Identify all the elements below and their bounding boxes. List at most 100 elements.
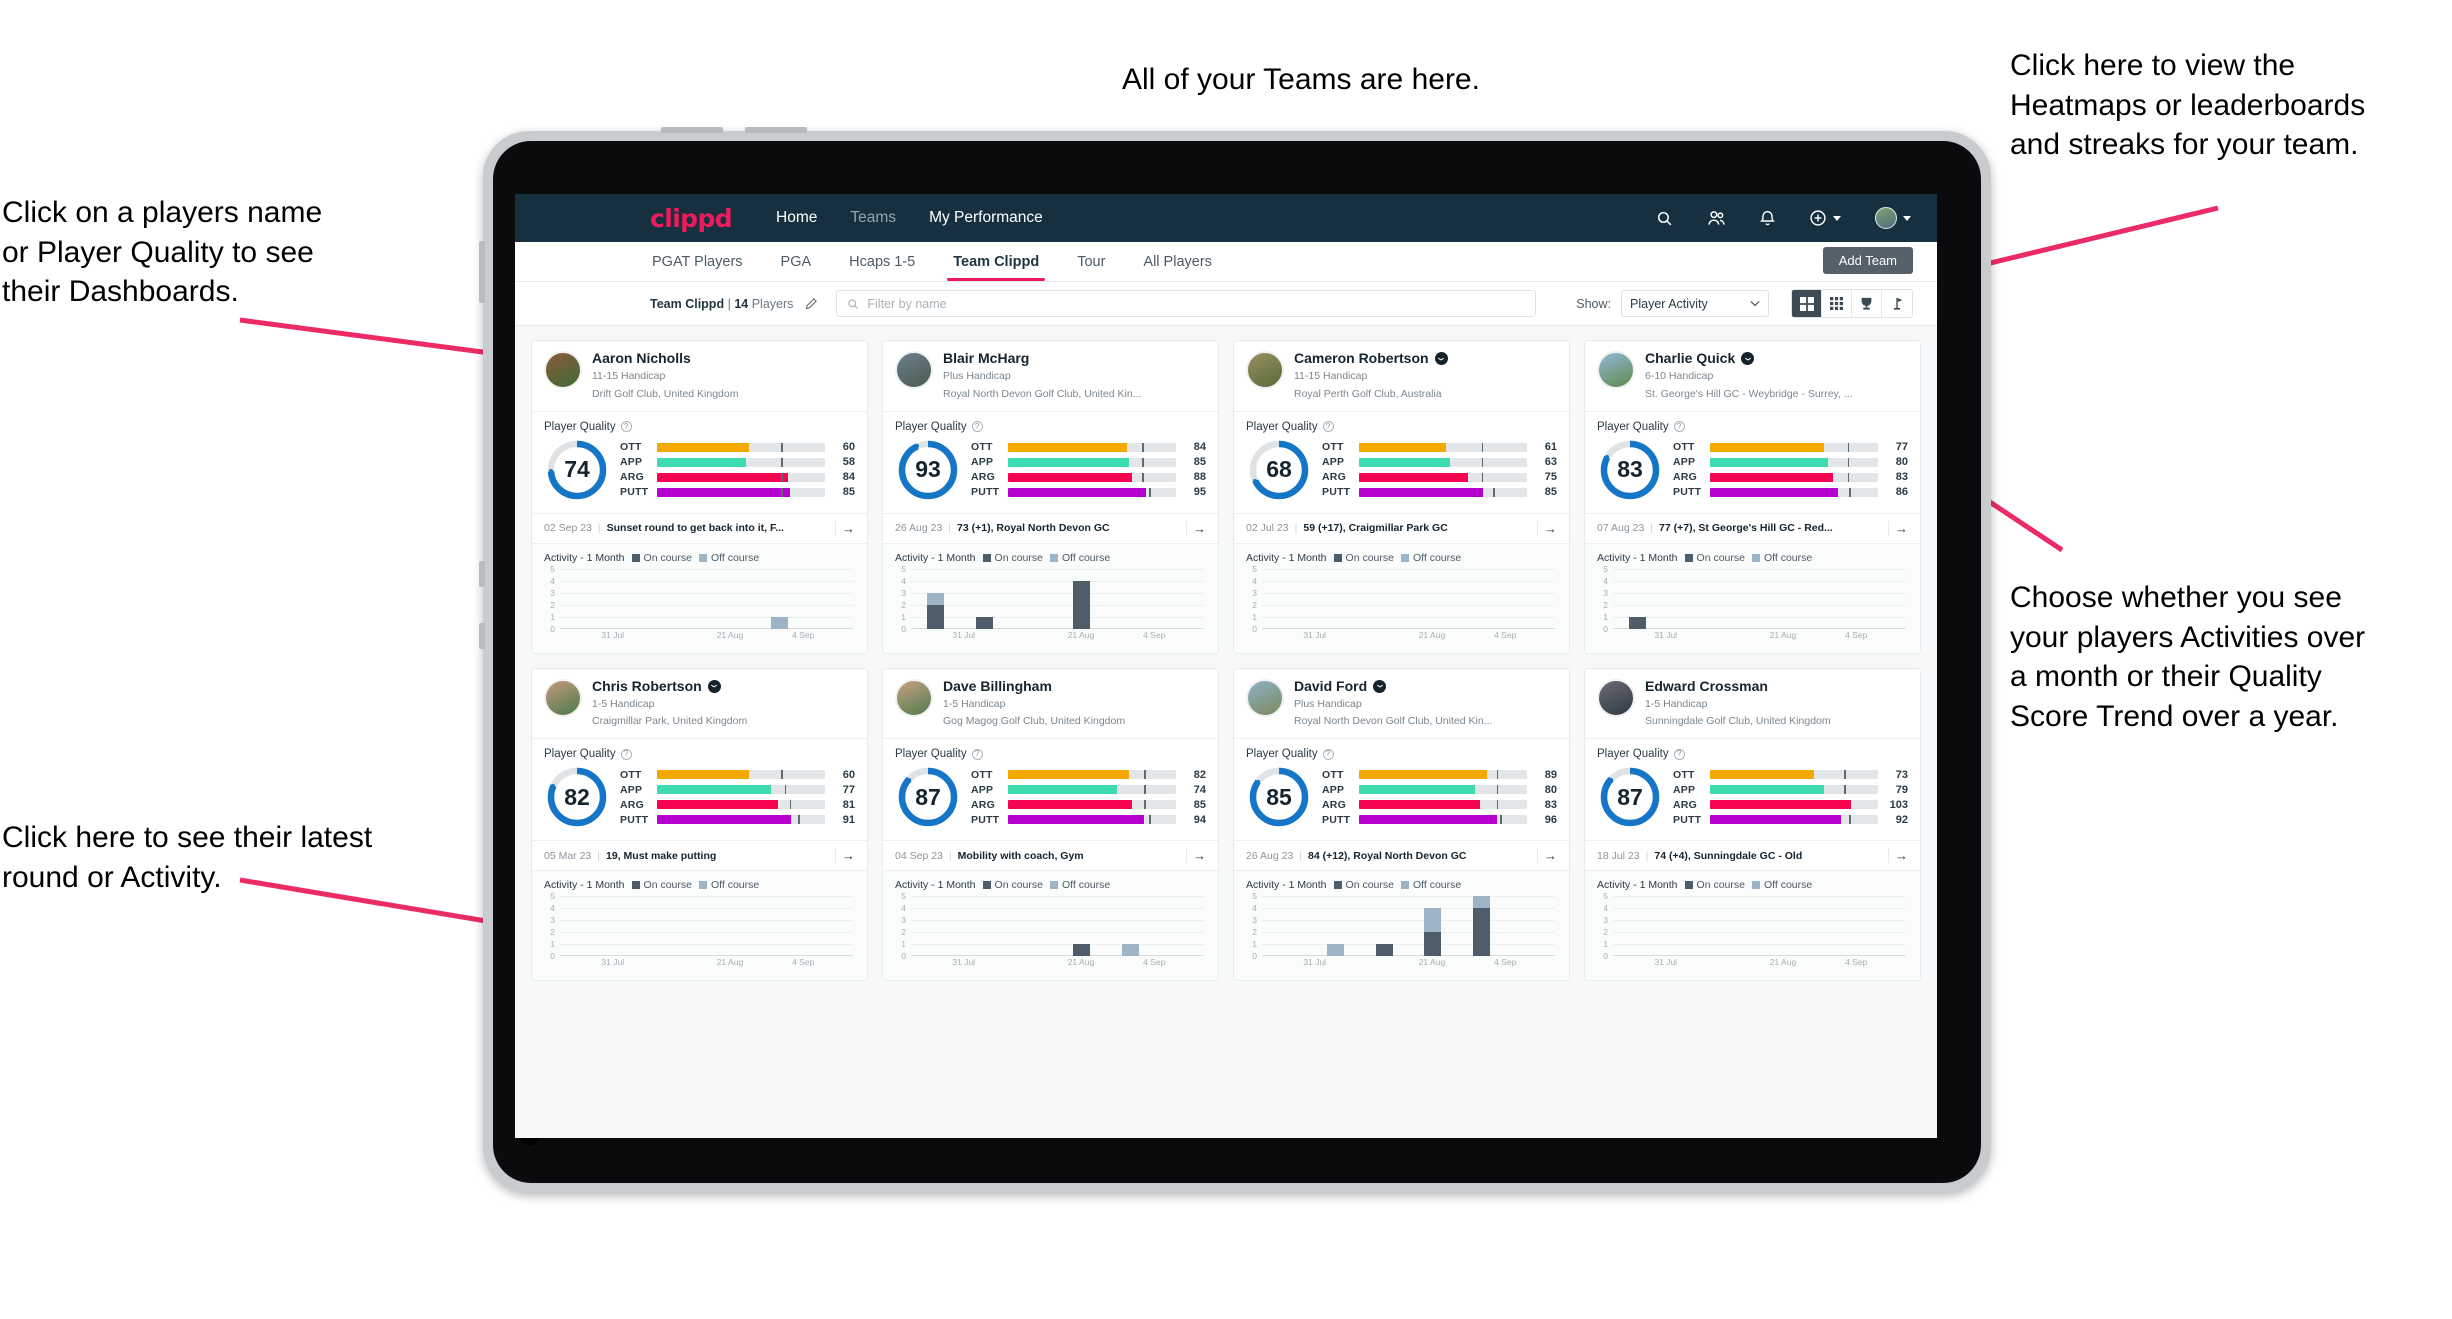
arrow-right-icon[interactable]: → — [1186, 520, 1206, 536]
player-card-header[interactable]: Aaron Nicholls 11-15 Handicap Drift Golf C… — [532, 341, 867, 411]
latest-round-row[interactable]: 26 Aug 23 | 84 (+12), Royal North Devon GC… — [1234, 840, 1569, 870]
latest-round-row[interactable]: 02 Sep 23 | Sunset round to get back into … — [532, 512, 867, 543]
player-card[interactable]: David Ford Plus Handicap Royal North Devon… — [1233, 667, 1570, 982]
quality-score-donut[interactable]: 68 — [1246, 437, 1312, 503]
activity-bar[interactable] — [771, 616, 789, 629]
tab-all-players[interactable]: All Players — [1141, 244, 1214, 280]
player-name[interactable]: Dave Billingham — [943, 678, 1125, 694]
latest-round-row[interactable]: 07 Aug 23 | 77 (+7), St George's Hill GC -… — [1585, 512, 1920, 543]
nav-link-my-performance[interactable]: My Performance — [929, 209, 1043, 227]
tab-pga[interactable]: PGA — [779, 244, 814, 280]
player-quality-section[interactable]: Player Quality? 68 OTT 61 APP 63 ARG 75 PUTT 85 — [1234, 412, 1569, 513]
flag-icon[interactable] — [1882, 290, 1912, 317]
clippd-logo[interactable]: clippd — [650, 204, 733, 233]
activity-bar[interactable] — [1628, 616, 1646, 629]
tab-tour[interactable]: Tour — [1075, 244, 1107, 280]
player-name[interactable]: Chris Robertson — [592, 678, 747, 694]
search-icon[interactable] — [1656, 210, 1673, 227]
question-circle-icon[interactable]: ? — [1673, 421, 1685, 433]
quality-score-donut[interactable]: 93 — [895, 437, 961, 503]
latest-round-row[interactable]: 05 Mar 23 | 19, Must make putting → — [532, 840, 867, 870]
nav-link-teams[interactable]: Teams — [850, 209, 896, 227]
quality-score-donut[interactable]: 87 — [895, 764, 961, 830]
avatar[interactable] — [1597, 351, 1635, 389]
player-card[interactable]: Dave Billingham 1-5 Handicap Gog Magog Gol… — [882, 667, 1219, 982]
activity-bar[interactable] — [1473, 896, 1491, 957]
plus-circle-icon[interactable] — [1809, 209, 1841, 227]
avatar[interactable] — [1597, 678, 1635, 717]
question-circle-icon[interactable]: ? — [1322, 421, 1334, 433]
player-name[interactable]: Cameron Robertson — [1294, 350, 1448, 366]
question-circle-icon[interactable]: ? — [971, 748, 983, 760]
tab-team-clippd[interactable]: Team Clippd — [947, 244, 1046, 281]
activity-bar[interactable] — [1326, 944, 1344, 957]
player-quality-section[interactable]: Player Quality? 87 OTT 82 APP 74 ARG 85 PUTT 94 — [883, 739, 1218, 840]
player-card-header[interactable]: Cameron Robertson 11-15 Handicap Royal Per… — [1234, 341, 1569, 411]
activity-bar[interactable] — [1073, 580, 1091, 629]
latest-round-row[interactable]: 26 Aug 23 | 73 (+1), Royal North Devon GC → — [883, 512, 1218, 543]
player-card-header[interactable]: Blair McHarg Plus Handicap Royal North Dev… — [883, 341, 1218, 411]
player-name[interactable]: David Ford — [1294, 678, 1492, 694]
player-card[interactable]: Charlie Quick 6-10 Handicap St. George's H… — [1584, 340, 1921, 654]
player-card-header[interactable]: Dave Billingham 1-5 Handicap Gog Magog Gol… — [883, 669, 1218, 739]
player-card[interactable]: Edward Crossman 1-5 Handicap Sunningdale G… — [1584, 667, 1921, 982]
arrow-right-icon[interactable]: → — [1888, 520, 1908, 536]
activity-bar[interactable] — [1375, 944, 1393, 957]
arrow-right-icon[interactable]: → — [835, 520, 855, 536]
activity-bar[interactable] — [1424, 908, 1442, 957]
activity-bar[interactable] — [1122, 944, 1140, 957]
question-circle-icon[interactable]: ? — [1322, 748, 1334, 760]
player-quality-section[interactable]: Player Quality? 74 OTT 60 APP 58 ARG 84 PUTT 85 — [532, 412, 867, 513]
people-icon[interactable] — [1707, 210, 1726, 227]
add-team-button[interactable]: Add Team — [1822, 247, 1913, 274]
trophy-icon[interactable] — [1852, 290, 1882, 317]
question-circle-icon[interactable]: ? — [1673, 748, 1685, 760]
quality-score-donut[interactable]: 85 — [1246, 764, 1312, 830]
search-input[interactable]: Filter by name — [836, 290, 1537, 317]
player-quality-section[interactable]: Player Quality? 93 OTT 84 APP 85 ARG 88 PUTT 95 — [883, 412, 1218, 513]
player-card-header[interactable]: Charlie Quick 6-10 Handicap St. George's H… — [1585, 341, 1920, 411]
avatar[interactable] — [544, 351, 582, 389]
arrow-right-icon[interactable]: → — [835, 848, 855, 864]
arrow-right-icon[interactable]: → — [1537, 848, 1557, 864]
pencil-icon[interactable] — [805, 297, 818, 310]
question-circle-icon[interactable]: ? — [971, 421, 983, 433]
activity-bar[interactable] — [1073, 944, 1091, 957]
show-select[interactable]: Player Activity — [1621, 290, 1769, 317]
player-name[interactable]: Aaron Nicholls — [592, 350, 738, 366]
avatar[interactable] — [1875, 207, 1911, 229]
bell-icon[interactable] — [1760, 209, 1775, 227]
player-card-header[interactable]: David Ford Plus Handicap Royal North Devon… — [1234, 669, 1569, 739]
avatar[interactable] — [895, 351, 933, 389]
activity-bar[interactable] — [975, 616, 993, 629]
arrow-right-icon[interactable]: → — [1537, 520, 1557, 536]
quality-score-donut[interactable]: 74 — [544, 437, 610, 503]
player-quality-section[interactable]: Player Quality? 82 OTT 60 APP 77 ARG 81 PUTT 91 — [532, 739, 867, 840]
question-circle-icon[interactable]: ? — [620, 421, 632, 433]
tab-pgat-players[interactable]: PGAT Players — [650, 244, 745, 280]
player-card[interactable]: Cameron Robertson 11-15 Handicap Royal Per… — [1233, 340, 1570, 654]
quality-score-donut[interactable]: 82 — [544, 764, 610, 830]
avatar[interactable] — [1246, 678, 1284, 717]
player-quality-section[interactable]: Player Quality? 85 OTT 89 APP 80 ARG 83 PUTT 96 — [1234, 739, 1569, 840]
nav-link-home[interactable]: Home — [776, 209, 817, 227]
grid-large-icon[interactable] — [1792, 290, 1822, 317]
quality-score-donut[interactable]: 87 — [1597, 764, 1663, 830]
player-card[interactable]: Blair McHarg Plus Handicap Royal North Dev… — [882, 340, 1219, 654]
question-circle-icon[interactable]: ? — [620, 748, 632, 760]
latest-round-row[interactable]: 18 Jul 23 | 74 (+4), Sunningdale GC - Old → — [1585, 840, 1920, 870]
player-quality-section[interactable]: Player Quality? 83 OTT 77 APP 80 ARG 83 PUTT 86 — [1585, 412, 1920, 513]
player-quality-section[interactable]: Player Quality? 87 OTT 73 APP 79 ARG 103 PUTT 92 — [1585, 739, 1920, 840]
arrow-right-icon[interactable]: → — [1888, 848, 1908, 864]
quality-score-donut[interactable]: 83 — [1597, 437, 1663, 503]
player-name[interactable]: Charlie Quick — [1645, 350, 1853, 366]
latest-round-row[interactable]: 04 Sep 23 | Mobility with coach, Gym → — [883, 840, 1218, 870]
avatar[interactable] — [544, 678, 582, 717]
player-card-header[interactable]: Edward Crossman 1-5 Handicap Sunningdale G… — [1585, 669, 1920, 739]
avatar[interactable] — [895, 678, 933, 717]
latest-round-row[interactable]: 02 Jul 23 | 59 (+17), Craigmillar Park GC → — [1234, 512, 1569, 543]
player-card[interactable]: Aaron Nicholls 11-15 Handicap Drift Golf C… — [531, 340, 868, 654]
player-card-header[interactable]: Chris Robertson 1-5 Handicap Craigmillar P… — [532, 669, 867, 739]
tab-hcaps-1-5[interactable]: Hcaps 1-5 — [847, 244, 917, 280]
grid-small-icon[interactable] — [1822, 290, 1852, 317]
